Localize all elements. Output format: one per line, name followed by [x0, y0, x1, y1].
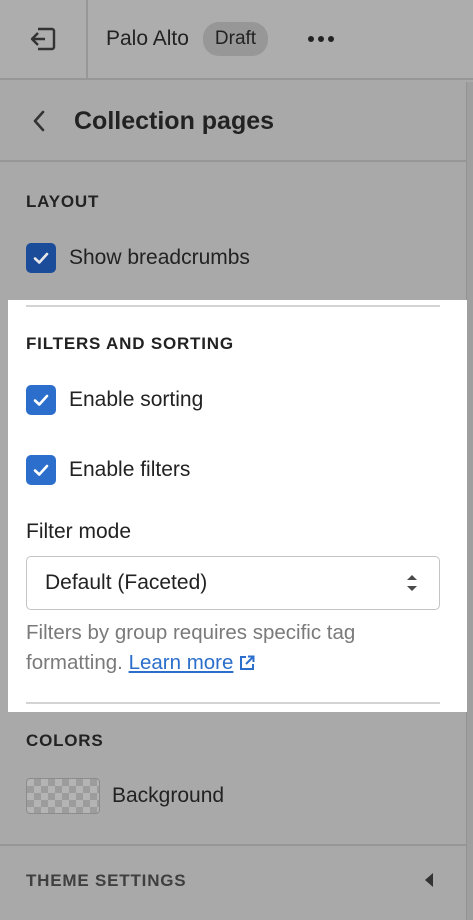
- filter-help-text: Filters by group requires specific tag f…: [26, 618, 440, 678]
- colors-heading: COLORS: [26, 731, 104, 750]
- divider: [26, 702, 440, 704]
- top-bar: Palo Alto Draft: [0, 0, 473, 80]
- scrollbar[interactable]: [466, 82, 473, 920]
- divider: [26, 305, 440, 307]
- enable-sorting-label: Enable sorting: [69, 388, 204, 411]
- more-dots-icon: [308, 36, 315, 42]
- filters-sorting-section: FILTERS AND SORTING Enable sorting Enabl…: [8, 300, 467, 712]
- back-chevron-icon[interactable]: [30, 109, 48, 133]
- enable-filters-checkbox[interactable]: [26, 455, 56, 485]
- enable-sorting-row[interactable]: Enable sorting: [26, 385, 203, 415]
- learn-more-link[interactable]: Learn more: [129, 651, 234, 674]
- external-link-icon[interactable]: [239, 655, 255, 671]
- theme-settings-toggle[interactable]: THEME SETTINGS: [26, 871, 186, 891]
- enable-sorting-checkbox[interactable]: [26, 385, 56, 415]
- exit-button[interactable]: [0, 0, 88, 79]
- filter-mode-label: Filter mode: [26, 520, 132, 543]
- exit-icon: [30, 27, 56, 51]
- select-arrows-icon: [407, 575, 417, 591]
- panel-header: Collection pages: [0, 82, 466, 162]
- filter-mode-value: Default (Faceted): [45, 571, 208, 594]
- checkmark-icon: [33, 252, 49, 264]
- layout-heading: LAYOUT: [26, 192, 100, 211]
- store-name: Palo Alto: [106, 27, 189, 50]
- show-breadcrumbs-checkbox-row[interactable]: Show breadcrumbs: [26, 243, 250, 273]
- enable-filters-label: Enable filters: [69, 458, 191, 481]
- show-breadcrumbs-label: Show breadcrumbs: [69, 246, 250, 269]
- background-label: Background: [112, 784, 225, 807]
- filter-mode-select[interactable]: Default (Faceted): [26, 556, 440, 610]
- checkmark-icon: [33, 464, 49, 476]
- checkmark-icon: [33, 394, 49, 406]
- background-color-swatch[interactable]: [26, 778, 100, 814]
- divider: [0, 844, 466, 846]
- status-badge: Draft: [202, 22, 269, 56]
- filters-sorting-heading: FILTERS AND SORTING: [26, 334, 234, 353]
- enable-filters-row[interactable]: Enable filters: [26, 455, 190, 485]
- more-actions-button[interactable]: [308, 36, 335, 42]
- caret-left-icon[interactable]: [423, 871, 435, 889]
- show-breadcrumbs-checkbox[interactable]: [26, 243, 56, 273]
- page-title: Collection pages: [74, 106, 275, 135]
